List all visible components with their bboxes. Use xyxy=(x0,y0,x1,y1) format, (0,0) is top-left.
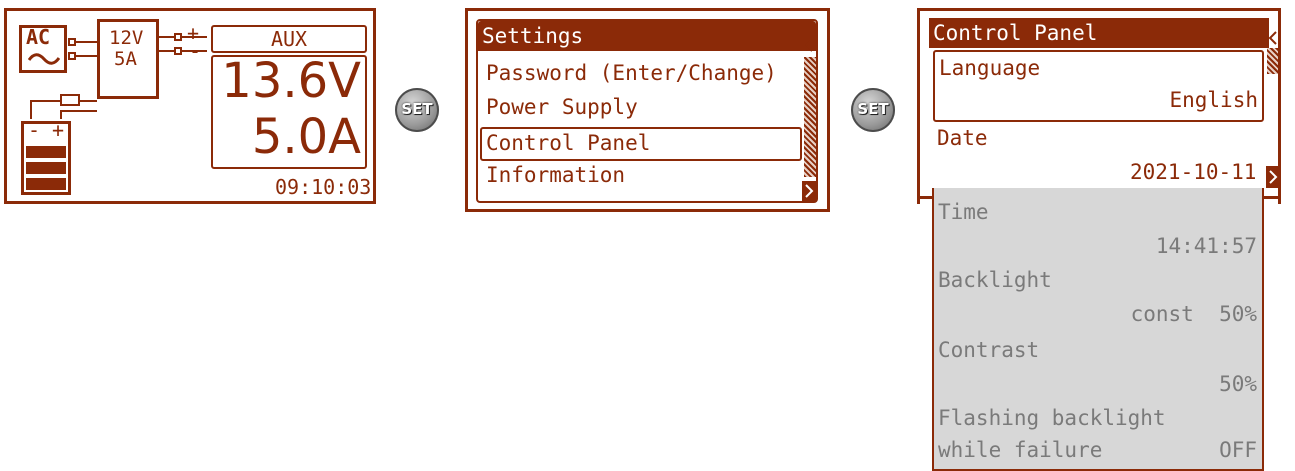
control-panel-title: Control Panel xyxy=(929,18,1269,48)
scroll-down-arrow-icon[interactable] xyxy=(802,181,816,201)
frame-bottom-left xyxy=(917,196,933,199)
settings-title: Settings xyxy=(478,21,816,51)
menu-item-power-supply[interactable]: Power Supply xyxy=(486,95,638,119)
aux-title-box: AUX xyxy=(211,25,367,53)
set-button[interactable]: SET xyxy=(851,88,895,132)
language-option-selected[interactable]: Language English xyxy=(933,50,1264,122)
time-value: 14:41:57 xyxy=(1155,234,1257,258)
scrollbar[interactable] xyxy=(804,57,816,177)
ac-label: AC xyxy=(26,25,51,49)
set-button[interactable]: SET xyxy=(395,88,439,132)
frame-right-edge xyxy=(1278,8,1281,204)
flashing-backlight-value: OFF xyxy=(1219,438,1257,462)
backlight-label: Backlight xyxy=(938,268,1052,292)
psu-voltage: 12V xyxy=(109,27,144,49)
menu-item-control-panel: Control Panel xyxy=(486,131,651,155)
aux-title: AUX xyxy=(270,27,308,51)
menu-item-password[interactable]: Password (Enter/Change) xyxy=(486,61,777,85)
sine-wave-icon xyxy=(28,53,60,65)
menu-item-control-panel-selected[interactable]: Control Panel xyxy=(480,127,802,161)
clock: 09:10:03 xyxy=(275,175,372,199)
output-terminal-icon xyxy=(159,33,207,55)
menu-item-information[interactable]: Information xyxy=(486,163,625,187)
set-button-label: SET xyxy=(401,100,433,118)
contrast-label: Contrast xyxy=(938,338,1040,362)
language-value: English xyxy=(1169,88,1258,112)
language-label: Language xyxy=(939,56,1041,80)
status-screen: AC 12V 5A + - - + AUX 13.6V 5.0A 09:10:0… xyxy=(4,8,376,204)
settings-screen: Settings Password (Enter/Change) Power S… xyxy=(465,8,830,212)
date-label[interactable]: Date xyxy=(937,126,988,150)
date-value[interactable]: 2021-10-11 xyxy=(1130,160,1256,184)
battery-minus: - xyxy=(28,118,41,142)
backlight-value: const 50% xyxy=(1130,302,1257,326)
battery-plus: + xyxy=(52,118,65,142)
flashing-backlight-label: Flashing backlight xyxy=(938,406,1166,430)
psu-current: 5A xyxy=(114,48,137,70)
minus-sign: - xyxy=(189,39,202,63)
battery-level-bar xyxy=(26,178,66,190)
battery-icon: - + xyxy=(21,118,71,195)
set-button-label: SET xyxy=(857,100,889,118)
frame-bottom-right xyxy=(1262,196,1281,199)
contrast-value: 50% xyxy=(1219,372,1257,396)
ac-source-icon: AC xyxy=(19,25,67,73)
aux-readout-box: 13.6V 5.0A xyxy=(211,53,367,169)
flashing-backlight-label-line2: while failure xyxy=(938,438,1103,462)
scroll-up-arrow-icon[interactable] xyxy=(802,37,816,53)
output-voltage: 13.6V xyxy=(221,53,361,109)
output-current: 5.0A xyxy=(251,109,361,165)
battery-level-bar xyxy=(26,162,66,174)
battery-level-bar xyxy=(26,146,66,158)
time-label: Time xyxy=(938,200,989,224)
